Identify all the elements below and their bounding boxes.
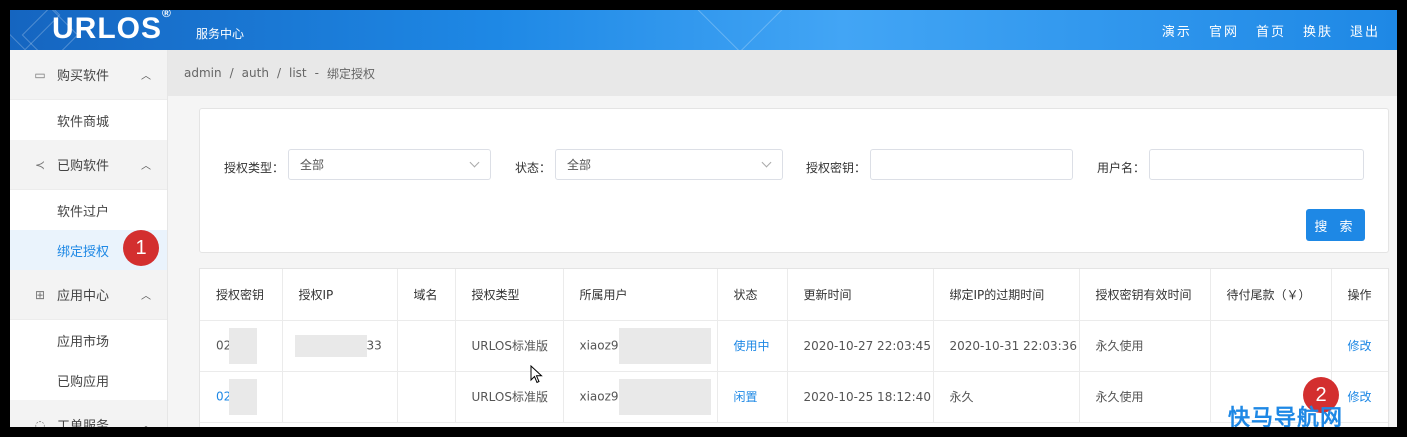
col-header-valid-time: 授权密钥有效时间: [1079, 269, 1211, 321]
nav-skin[interactable]: 换肤: [1303, 21, 1333, 40]
cell-valid-time: 永久使用: [1079, 371, 1211, 423]
cell-key: 02: [200, 371, 283, 423]
col-header-ip-expire: 绑定IP的过期时间: [933, 269, 1080, 321]
cell-key: 02: [200, 320, 283, 372]
breadcrumb-auth[interactable]: auth: [242, 66, 269, 80]
sidebar-group-purchased-software[interactable]: ≺ 已购软件 ︿: [10, 140, 167, 190]
cell-valid-time: 永久使用: [1079, 320, 1211, 372]
cell-status: 使用中: [717, 320, 788, 372]
status-select[interactable]: 全部: [555, 149, 783, 180]
top-header: URLOS® 服务中心 演示 官网 首页 换肤 退出: [10, 10, 1397, 50]
logo-subtitle: 服务中心: [196, 27, 245, 41]
col-header-updated: 更新时间: [787, 269, 934, 321]
nav-home[interactable]: 首页: [1256, 21, 1286, 40]
redacted-block: [229, 327, 258, 364]
col-header-user: 所属用户: [563, 269, 718, 321]
shop-icon: ▭: [34, 67, 46, 82]
table-row: 02 URLOS标准版 xiaoz9 闲置 2020-10-25 18:12:4…: [200, 371, 1388, 423]
license-key-input[interactable]: [870, 149, 1073, 180]
chevron-up-icon: ︿: [141, 161, 151, 172]
top-nav: 演示 官网 首页 换肤 退出: [1162, 10, 1397, 50]
breadcrumb-separator: /: [229, 66, 234, 80]
username-input[interactable]: [1149, 149, 1364, 180]
search-button[interactable]: 搜 索: [1306, 209, 1365, 241]
table-header-row: 授权密钥 授权IP 域名 授权类型 所属用户 状态 更新时间 绑定IP的过期时间…: [200, 269, 1388, 321]
chevron-up-icon: ︿: [141, 421, 151, 427]
headset-icon: ◌: [34, 417, 46, 428]
nav-demo[interactable]: 演示: [1162, 21, 1192, 40]
sidebar-item-purchased-apps[interactable]: 已购应用: [10, 360, 167, 400]
col-header-ip: 授权IP: [282, 269, 398, 321]
table-row: 02 33 URLOS标准版 xiaoz9 使用中 2020-10-27 22:…: [200, 320, 1388, 372]
sidebar-group-ticket-service[interactable]: ◌ 工单服务 ︿: [10, 400, 167, 427]
nav-logout[interactable]: 退出: [1350, 21, 1380, 40]
breadcrumb: admin / auth / list - 绑定授权: [168, 50, 1397, 96]
breadcrumb-dash: -: [314, 66, 319, 80]
redacted-block: [618, 327, 711, 364]
chevron-down-icon: [469, 157, 480, 168]
col-header-action: 操作: [1331, 269, 1388, 321]
share-icon: ≺: [34, 157, 46, 172]
cell-ip-expire: 永久: [933, 371, 1080, 423]
sidebar-group-app-center[interactable]: ⊞ 应用中心 ︿: [10, 270, 167, 320]
edit-link[interactable]: 修改: [1331, 320, 1388, 372]
nav-official-site[interactable]: 官网: [1209, 21, 1239, 40]
cell-status: 闲置: [717, 371, 788, 423]
license-type-select[interactable]: 全部: [288, 149, 491, 180]
col-header-key: 授权密钥: [200, 269, 283, 321]
cell-ip: [282, 371, 398, 423]
status-label: 状态：: [515, 161, 552, 175]
chevron-up-icon: ︿: [141, 291, 151, 302]
redacted-block: [618, 378, 711, 415]
filter-panel: 授权类型： 全部 状态： 全部 授权密钥： 用户名： 搜 索: [199, 108, 1389, 253]
cell-ip-expire: 2020-10-31 22:03:36: [933, 320, 1080, 372]
annotation-badge-1: 1: [123, 230, 159, 266]
grid-icon: ⊞: [34, 287, 46, 302]
col-header-balance: 待付尾款（￥）: [1210, 269, 1332, 321]
breadcrumb-current: 绑定授权: [326, 66, 375, 81]
license-key-label: 授权密钥：: [806, 161, 867, 175]
col-header-status: 状态: [717, 269, 788, 321]
mouse-cursor-icon: [530, 365, 543, 384]
cell-balance: [1210, 320, 1332, 372]
watermark-text: 快马导航网: [1228, 406, 1344, 427]
main-content: 授权类型： 全部 状态： 全部 授权密钥： 用户名： 搜 索 授权密钥 授权IP…: [168, 96, 1397, 427]
username-label: 用户名：: [1097, 161, 1146, 175]
sidebar-item-software-transfer[interactable]: 软件过户: [10, 190, 167, 230]
breadcrumb-admin[interactable]: admin: [184, 66, 222, 80]
cell-updated: 2020-10-25 18:12:40: [787, 371, 934, 423]
cell-user: xiaoz9: [563, 371, 718, 423]
breadcrumb-list[interactable]: list: [289, 66, 307, 80]
redacted-block: [229, 378, 258, 415]
license-type-label: 授权类型：: [224, 161, 285, 175]
redacted-block: [294, 334, 367, 357]
license-table: 授权密钥 授权IP 域名 授权类型 所属用户 状态 更新时间 绑定IP的过期时间…: [199, 268, 1389, 427]
cell-user: xiaoz9: [563, 320, 718, 372]
cell-domain: [397, 320, 456, 372]
col-header-domain: 域名: [397, 269, 456, 321]
urlos-logo[interactable]: URLOS®: [52, 10, 172, 46]
breadcrumb-separator: /: [276, 66, 281, 80]
sidebar-item-software-store[interactable]: 软件商城: [10, 100, 167, 140]
sidebar-item-app-market[interactable]: 应用市场: [10, 320, 167, 360]
chevron-up-icon: ︿: [141, 71, 151, 82]
sidebar-group-buy-software[interactable]: ▭ 购买软件 ︿: [10, 50, 167, 100]
cell-ip: 33: [282, 320, 398, 372]
cell-domain: [397, 371, 456, 423]
cell-updated: 2020-10-27 22:03:45: [787, 320, 934, 372]
chevron-down-icon: [761, 157, 772, 168]
app-window: URLOS® 服务中心 演示 官网 首页 换肤 退出 ▭ 购买软件 ︿ 软件商城…: [10, 10, 1397, 427]
cell-type: URLOS标准版: [455, 320, 564, 372]
col-header-type: 授权类型: [455, 269, 564, 321]
cell-type: URLOS标准版: [455, 371, 564, 423]
